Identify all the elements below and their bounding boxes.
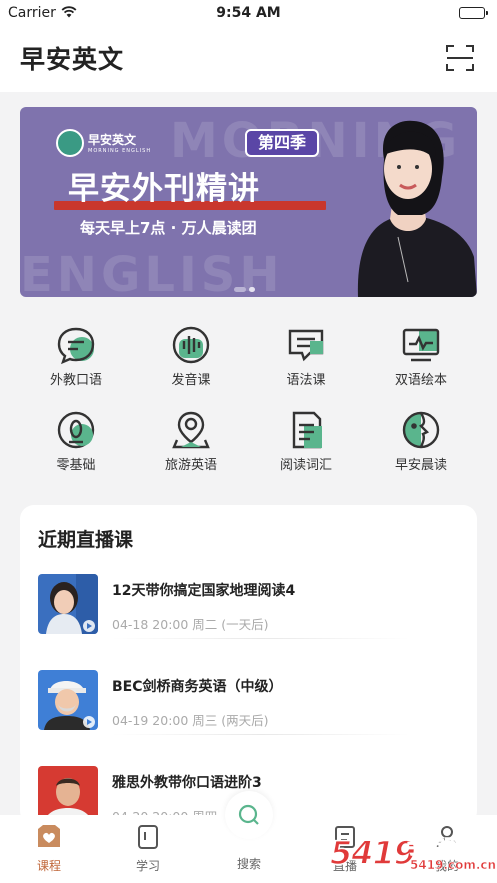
category-picture-books[interactable]: 双语绘本 xyxy=(376,325,466,395)
divider xyxy=(112,734,410,735)
scan-icon[interactable] xyxy=(445,43,475,73)
carousel-dot xyxy=(249,287,255,292)
watermark-url: 5419.com.cn xyxy=(410,858,497,873)
course-item[interactable]: BEC剑桥商务英语（中级） 04-19 20:00 周三 (两天后) xyxy=(38,670,458,736)
live-courses-card: 近期直播课 12天带你搞定国家地理阅读4 04-18 20:00 周二 (一天后… xyxy=(20,505,477,826)
search-button[interactable] xyxy=(225,791,273,839)
banner-brand: 早安英文 xyxy=(88,133,137,147)
tab-search[interactable]: 搜索 xyxy=(204,791,294,883)
app-header: 早安英文 xyxy=(0,26,497,92)
season-badge: 第四季 xyxy=(245,129,319,157)
tab-study[interactable]: 学习 xyxy=(103,815,193,883)
divider xyxy=(112,638,410,639)
heart-box-icon xyxy=(35,823,63,851)
course-item[interactable]: 12天带你搞定国家地理阅读4 04-18 20:00 周二 (一天后) xyxy=(38,574,458,640)
category-label: 发音课 xyxy=(171,373,211,388)
promo-banner[interactable]: MORNING ENGLISH 早安英文 MORNING ENGLISH 第四季… xyxy=(20,107,477,297)
live-section-title: 近期直播课 xyxy=(38,529,134,551)
page-title: 早安英文 xyxy=(20,45,125,74)
category-morning-reading[interactable]: 早安晨读 xyxy=(376,410,466,480)
course-thumbnail xyxy=(38,574,98,634)
tab-label: 课程 xyxy=(36,859,61,873)
battery-icon xyxy=(459,7,488,19)
face-profile-icon xyxy=(401,410,441,450)
tab-label: 学习 xyxy=(135,859,160,873)
zero-badge-icon xyxy=(56,410,96,450)
banner-subhead: 每天早上7点 · 万人晨读团 xyxy=(80,219,257,237)
message-lines-icon xyxy=(286,325,326,365)
search-icon xyxy=(238,804,259,825)
category-grammar[interactable]: 语法课 xyxy=(261,325,351,395)
course-time: 04-18 20:00 周二 (一天后) xyxy=(112,617,269,632)
course-time: 04-19 20:00 周三 (两天后) xyxy=(112,713,269,728)
carousel-indicator xyxy=(234,279,258,297)
course-thumbnail xyxy=(38,670,98,730)
category-label: 旅游英语 xyxy=(164,458,217,473)
carousel-dot-active xyxy=(234,287,246,292)
presenter-photo xyxy=(338,107,477,297)
location-pin-icon xyxy=(171,410,211,450)
category-label: 阅读词汇 xyxy=(279,458,332,473)
category-label: 零基础 xyxy=(56,458,96,473)
banner-headline: 早安外刊精讲 xyxy=(68,171,260,207)
category-zero-basics[interactable]: 零基础 xyxy=(31,410,121,480)
clock: 9:54 AM xyxy=(216,5,281,21)
tab-label: 搜索 xyxy=(236,857,261,871)
category-reading-vocab[interactable]: 阅读词汇 xyxy=(261,410,351,480)
banner-brand-sub: MORNING ENGLISH xyxy=(88,148,152,154)
monitor-pulse-icon xyxy=(401,325,441,365)
tab-courses[interactable]: 课程 xyxy=(4,815,94,883)
chat-bubble-icon xyxy=(56,325,96,365)
brand-logo-icon xyxy=(56,129,84,157)
soundwave-icon xyxy=(171,325,211,365)
course-title: 雅思外教带你口语进阶3 xyxy=(112,775,262,791)
category-label: 双语绘本 xyxy=(394,373,447,388)
category-label: 外教口语 xyxy=(49,373,102,388)
document-icon xyxy=(286,410,326,450)
category-oral-english[interactable]: 外教口语 xyxy=(31,325,121,395)
category-label: 语法课 xyxy=(286,373,326,388)
site-watermark: 5419 手游网 5419.com.cn xyxy=(329,830,497,883)
category-pronunciation[interactable]: 发音课 xyxy=(146,325,236,395)
status-bar: Carrier 9:54 AM xyxy=(0,0,497,26)
watermark-name: 手游网 xyxy=(405,836,464,859)
category-travel-english[interactable]: 旅游英语 xyxy=(146,410,236,480)
category-label: 早安晨读 xyxy=(394,458,447,473)
course-title: BEC剑桥商务英语（中级） xyxy=(112,679,283,695)
watermark-number: 5419 xyxy=(329,833,417,873)
course-title: 12天带你搞定国家地理阅读4 xyxy=(112,583,296,599)
book-icon xyxy=(134,823,162,851)
